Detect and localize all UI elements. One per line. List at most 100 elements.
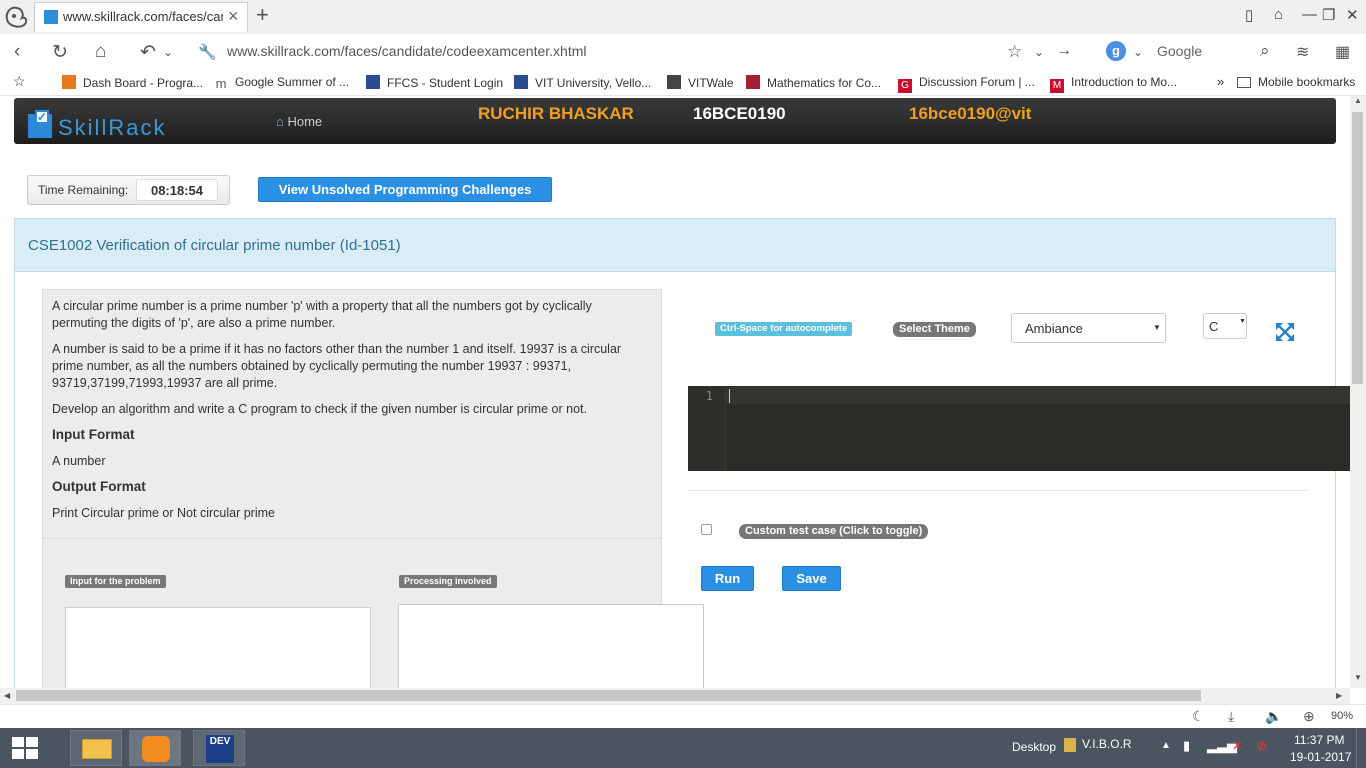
uc-browser-taskbar-icon[interactable] — [129, 730, 181, 766]
horizontal-scroll-thumb[interactable] — [16, 690, 1201, 701]
home-link[interactable]: ⌂ Home — [276, 114, 322, 129]
bookmarks-overflow-icon[interactable]: » — [1217, 74, 1224, 89]
browser-tab-bar: www.skillrack.com/faces/can × + ▯ ⌂ — ❐ … — [0, 0, 1366, 34]
text-cursor — [729, 389, 730, 403]
undo-close-icon[interactable]: ↶ — [140, 41, 156, 64]
skin-icon[interactable]: ⌂ — [1274, 6, 1283, 23]
vit-icon — [514, 75, 528, 89]
restore-icon[interactable]: ❐ — [1322, 6, 1335, 24]
download-icon[interactable]: ⤓ — [1228, 708, 1234, 725]
reload-icon[interactable]: ↻ — [52, 41, 68, 64]
bookmark-manager-star-icon[interactable]: ☆ — [13, 73, 26, 90]
output-format-heading: Output Format — [52, 479, 146, 494]
chevron-down-icon[interactable]: ⌄ — [1133, 45, 1143, 59]
skillrack-header: ✓ SkillRack ⌂ Home RUCHIR BHASKAR 16BCE01… — [14, 98, 1336, 144]
active-line — [726, 387, 1350, 404]
bookmark-item[interactable]: VIT University, Vello... — [514, 75, 651, 90]
skillrack-logo[interactable]: ✓ SkillRack — [28, 110, 166, 141]
mute-icon[interactable]: ⊘ — [1256, 738, 1267, 754]
home-icon[interactable]: ⌂ — [95, 41, 106, 63]
code-editor[interactable]: 1 — [688, 386, 1350, 471]
dev-cpp-taskbar-icon[interactable]: DEV — [193, 730, 245, 766]
user-reg-no: 16BCE0190 — [693, 104, 786, 123]
theme-select[interactable]: Ambiance ▼ — [1011, 313, 1166, 343]
timer-label: Time Remaining: — [38, 183, 129, 197]
problem-paragraph: A number is said to be a prime if it has… — [52, 342, 622, 390]
line-gutter: 1 — [688, 386, 726, 471]
uc-browser-logo-icon[interactable] — [2, 2, 30, 30]
bookmark-item[interactable]: m Google Summer of ... — [214, 75, 349, 91]
battery-icon[interactable]: ▮ — [1183, 738, 1190, 754]
go-arrow-icon[interactable]: → — [1056, 42, 1072, 60]
custom-test-checkbox[interactable] — [701, 524, 712, 535]
browser-tab[interactable]: www.skillrack.com/faces/can × — [34, 2, 248, 32]
close-window-icon[interactable]: ✕ — [1346, 6, 1359, 24]
bookmark-item[interactable]: Mathematics for Co... — [746, 75, 881, 90]
bookmark-star-icon[interactable]: ☆ — [1007, 42, 1022, 62]
dashboard-icon — [62, 75, 76, 89]
network-icon[interactable]: ✕ — [1232, 738, 1243, 754]
minimize-icon[interactable]: — — [1302, 6, 1317, 23]
mobile-bookmarks[interactable]: Mobile bookmarks — [1237, 75, 1355, 89]
tab-title: www.skillrack.com/faces/can — [63, 9, 223, 24]
problem-title: CSE1002 Verification of circular prime n… — [28, 237, 401, 254]
desktop-toolbar[interactable]: Desktop — [1012, 740, 1056, 754]
scroll-up-icon[interactable]: ▲ — [1354, 96, 1362, 105]
address-bar: ‹ ↻ ⌂ ↶ ⌄ 🔧 www.skillrack.com/faces/cand… — [0, 34, 1366, 70]
language-value: C — [1209, 319, 1219, 334]
view-unsolved-button[interactable]: View Unsolved Programming Challenges — [258, 177, 552, 202]
bookmark-item[interactable]: FFCS - Student Login — [366, 75, 503, 90]
bookmark-item[interactable]: G Discussion Forum | ... — [898, 75, 1035, 93]
run-button[interactable]: Run — [701, 566, 754, 591]
language-select[interactable]: C ▼ — [1203, 313, 1247, 339]
scroll-left-icon[interactable]: ◀ — [4, 691, 10, 700]
bookmark-item[interactable]: Dash Board - Progra... — [62, 75, 203, 90]
input-problem-textarea[interactable] — [65, 607, 371, 688]
scroll-down-icon[interactable]: ▼ — [1354, 673, 1362, 682]
search-input[interactable]: Google — [1157, 43, 1202, 59]
wifi-share-icon[interactable]: ≋ — [1296, 42, 1309, 62]
skillrack-favicon-icon — [44, 10, 58, 24]
volume-icon[interactable]: 🔈 — [1265, 708, 1282, 725]
apps-grid-icon[interactable]: ▦ — [1335, 42, 1350, 62]
problem-paragraph: A circular prime number is a prime numbe… — [52, 299, 592, 330]
show-desktop-button[interactable] — [1356, 728, 1366, 768]
file-explorer-icon[interactable] — [70, 730, 122, 766]
input-problem-label: Input for the problem — [65, 575, 166, 588]
gsoc-icon: m — [215, 76, 227, 91]
url-input[interactable]: www.skillrack.com/faces/candidate/codeex… — [227, 43, 586, 59]
windows-start-icon[interactable] — [12, 737, 38, 759]
browser-status-bar: ☾ ⤓ 🔈 ⊕ 90% — [0, 704, 1366, 728]
bookmark-item[interactable]: VITWale — [667, 75, 734, 90]
scroll-right-icon[interactable]: ▶ — [1336, 691, 1342, 700]
zoom-icon[interactable]: ⊕ — [1303, 708, 1315, 725]
clock-date[interactable]: 19-01-2017 — [1290, 750, 1351, 764]
bookmark-item[interactable]: M Introduction to Mo... — [1050, 75, 1177, 93]
divider — [688, 490, 1308, 491]
vertical-scroll-thumb[interactable] — [1352, 112, 1363, 384]
close-tab-icon[interactable]: × — [228, 6, 239, 27]
select-theme-label: Select Theme — [893, 322, 976, 337]
custom-test-toggle[interactable]: Custom test case (Click to toggle) — [739, 524, 929, 539]
zoom-level[interactable]: 90% — [1331, 710, 1353, 722]
chevron-down-icon[interactable]: ⌄ — [163, 45, 173, 59]
bookmarks-bar: ☆ Dash Board - Progra... m Google Summer … — [0, 70, 1366, 96]
mit-ocw-icon — [746, 75, 760, 89]
night-mode-icon[interactable]: ☾ — [1192, 708, 1205, 725]
search-icon[interactable]: ⌕ — [1260, 41, 1270, 61]
timer-value: 08:18:54 — [136, 179, 218, 201]
sidebar-toggle-icon[interactable]: ▯ — [1245, 6, 1253, 24]
new-tab-icon[interactable]: + — [256, 2, 269, 28]
search-engine-icon[interactable]: g — [1106, 41, 1126, 61]
vibor-toolbar[interactable]: V.I.B.O.R — [1082, 737, 1132, 751]
user-name: RUCHIR BHASKAR — [478, 104, 634, 123]
processing-textarea[interactable] — [398, 604, 704, 688]
save-button[interactable]: Save — [782, 566, 841, 591]
site-security-icon[interactable]: 🔧 — [198, 43, 217, 61]
clock-time[interactable]: 11:37 PM — [1294, 733, 1344, 747]
back-icon[interactable]: ‹ — [14, 41, 20, 63]
chevron-down-icon[interactable]: ⌄ — [1034, 45, 1044, 59]
show-hidden-icons[interactable]: ▲ — [1161, 740, 1171, 751]
home-icon: ⌂ — [276, 114, 284, 129]
fullscreen-icon[interactable] — [1275, 322, 1295, 342]
